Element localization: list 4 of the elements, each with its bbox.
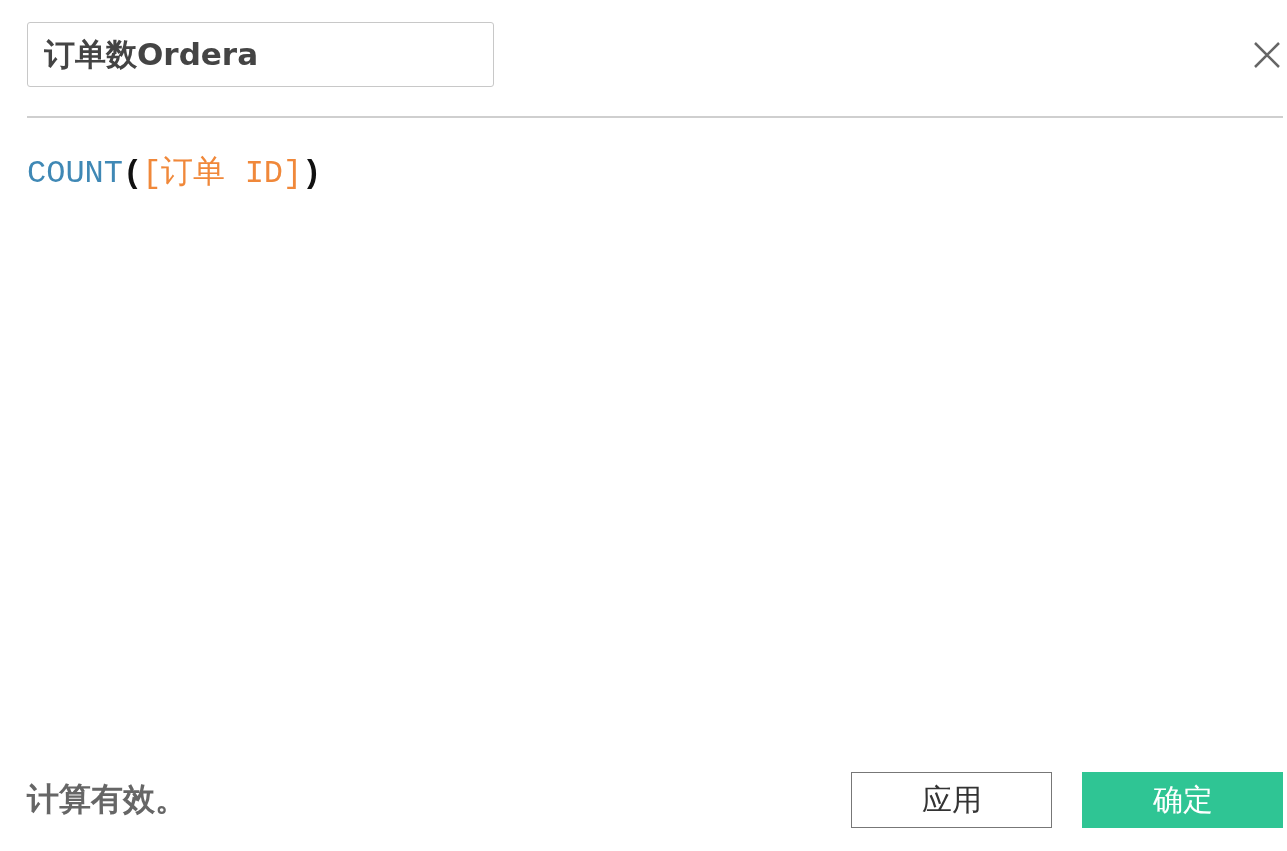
apply-button[interactable]: 应用 [851,772,1052,828]
status-message: 计算有效。 [27,779,187,820]
name-input-field[interactable]: 订单数Ordera [27,22,494,87]
formula-editor[interactable]: COUNT([订单 ID]) [27,118,1283,772]
